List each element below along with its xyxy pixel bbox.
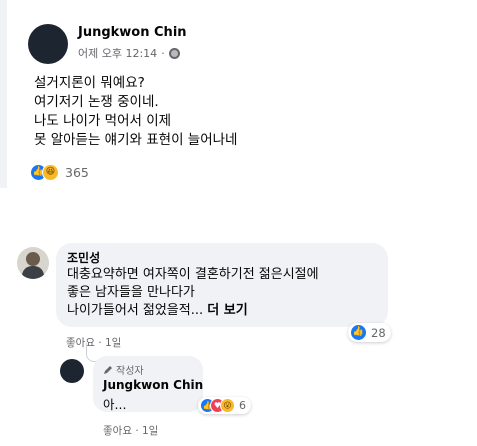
comment-line: 나이가들어서 젊었을적... 더 보기 xyxy=(67,302,319,320)
reply-reaction-count: 6 xyxy=(239,399,246,412)
author-badge-label: 작성자 xyxy=(116,366,144,377)
post-author-avatar[interactable] xyxy=(28,24,68,64)
post-meta: 어제 오후 12:14 · xyxy=(78,45,180,61)
like-icon: 👍 xyxy=(350,324,367,341)
reply-actions[interactable]: 좋아요 · 1일 xyxy=(103,423,158,438)
wow-icon: 😮 xyxy=(220,398,235,413)
post-reactions[interactable]: 👍 😆 365 xyxy=(30,164,89,181)
comment-reactions[interactable]: 👍 28 xyxy=(348,323,391,342)
comment-line: 대충요약하면 여자쪽이 결혼하기전 젊은시절에 xyxy=(67,267,319,282)
comment-line: 좋은 남자들을 만나다가 xyxy=(67,285,195,300)
reply-reactions[interactable]: 👍 ♥ 😮 6 xyxy=(198,397,251,414)
comment-text: 대충요약하면 여자쪽이 결혼하기전 젊은시절에 좋은 남자들을 만나다가 나이가… xyxy=(67,266,319,320)
pencil-icon xyxy=(104,365,112,374)
comment-author-name[interactable]: 조민성 xyxy=(67,249,100,266)
comment-line-text: 나이가들어서 젊었을적... xyxy=(67,303,208,318)
post-timestamp[interactable]: 어제 오후 12:14 xyxy=(78,45,157,61)
reply-author-avatar[interactable] xyxy=(60,359,84,383)
commenter-avatar[interactable] xyxy=(17,247,49,279)
post-line: 설거지론이 뭐예요? xyxy=(34,75,145,91)
post-body: 설거지론이 뭐예요? 여기저기 논쟁 중이네. 나도 나이가 먹어서 이제 못 … xyxy=(34,74,237,150)
globe-icon xyxy=(168,47,180,59)
post-line: 나도 나이가 먹어서 이제 xyxy=(34,113,172,129)
post-line: 여기저기 논쟁 중이네. xyxy=(34,94,159,110)
reply-author-name[interactable]: Jungkwon Chin xyxy=(103,378,203,392)
reply-text: 아... xyxy=(103,397,127,412)
post-author-name[interactable]: Jungkwon Chin xyxy=(78,25,187,40)
post-line: 못 알아듣는 얘기와 표현이 늘어나네 xyxy=(34,132,238,148)
see-more-link[interactable]: 더 보기 xyxy=(207,303,247,318)
left-edge-divider xyxy=(0,0,7,188)
comment-reaction-count: 28 xyxy=(371,325,386,340)
author-badge: 작성자 xyxy=(103,362,144,377)
post-reaction-count: 365 xyxy=(65,165,89,180)
haha-icon: 😆 xyxy=(42,164,59,181)
